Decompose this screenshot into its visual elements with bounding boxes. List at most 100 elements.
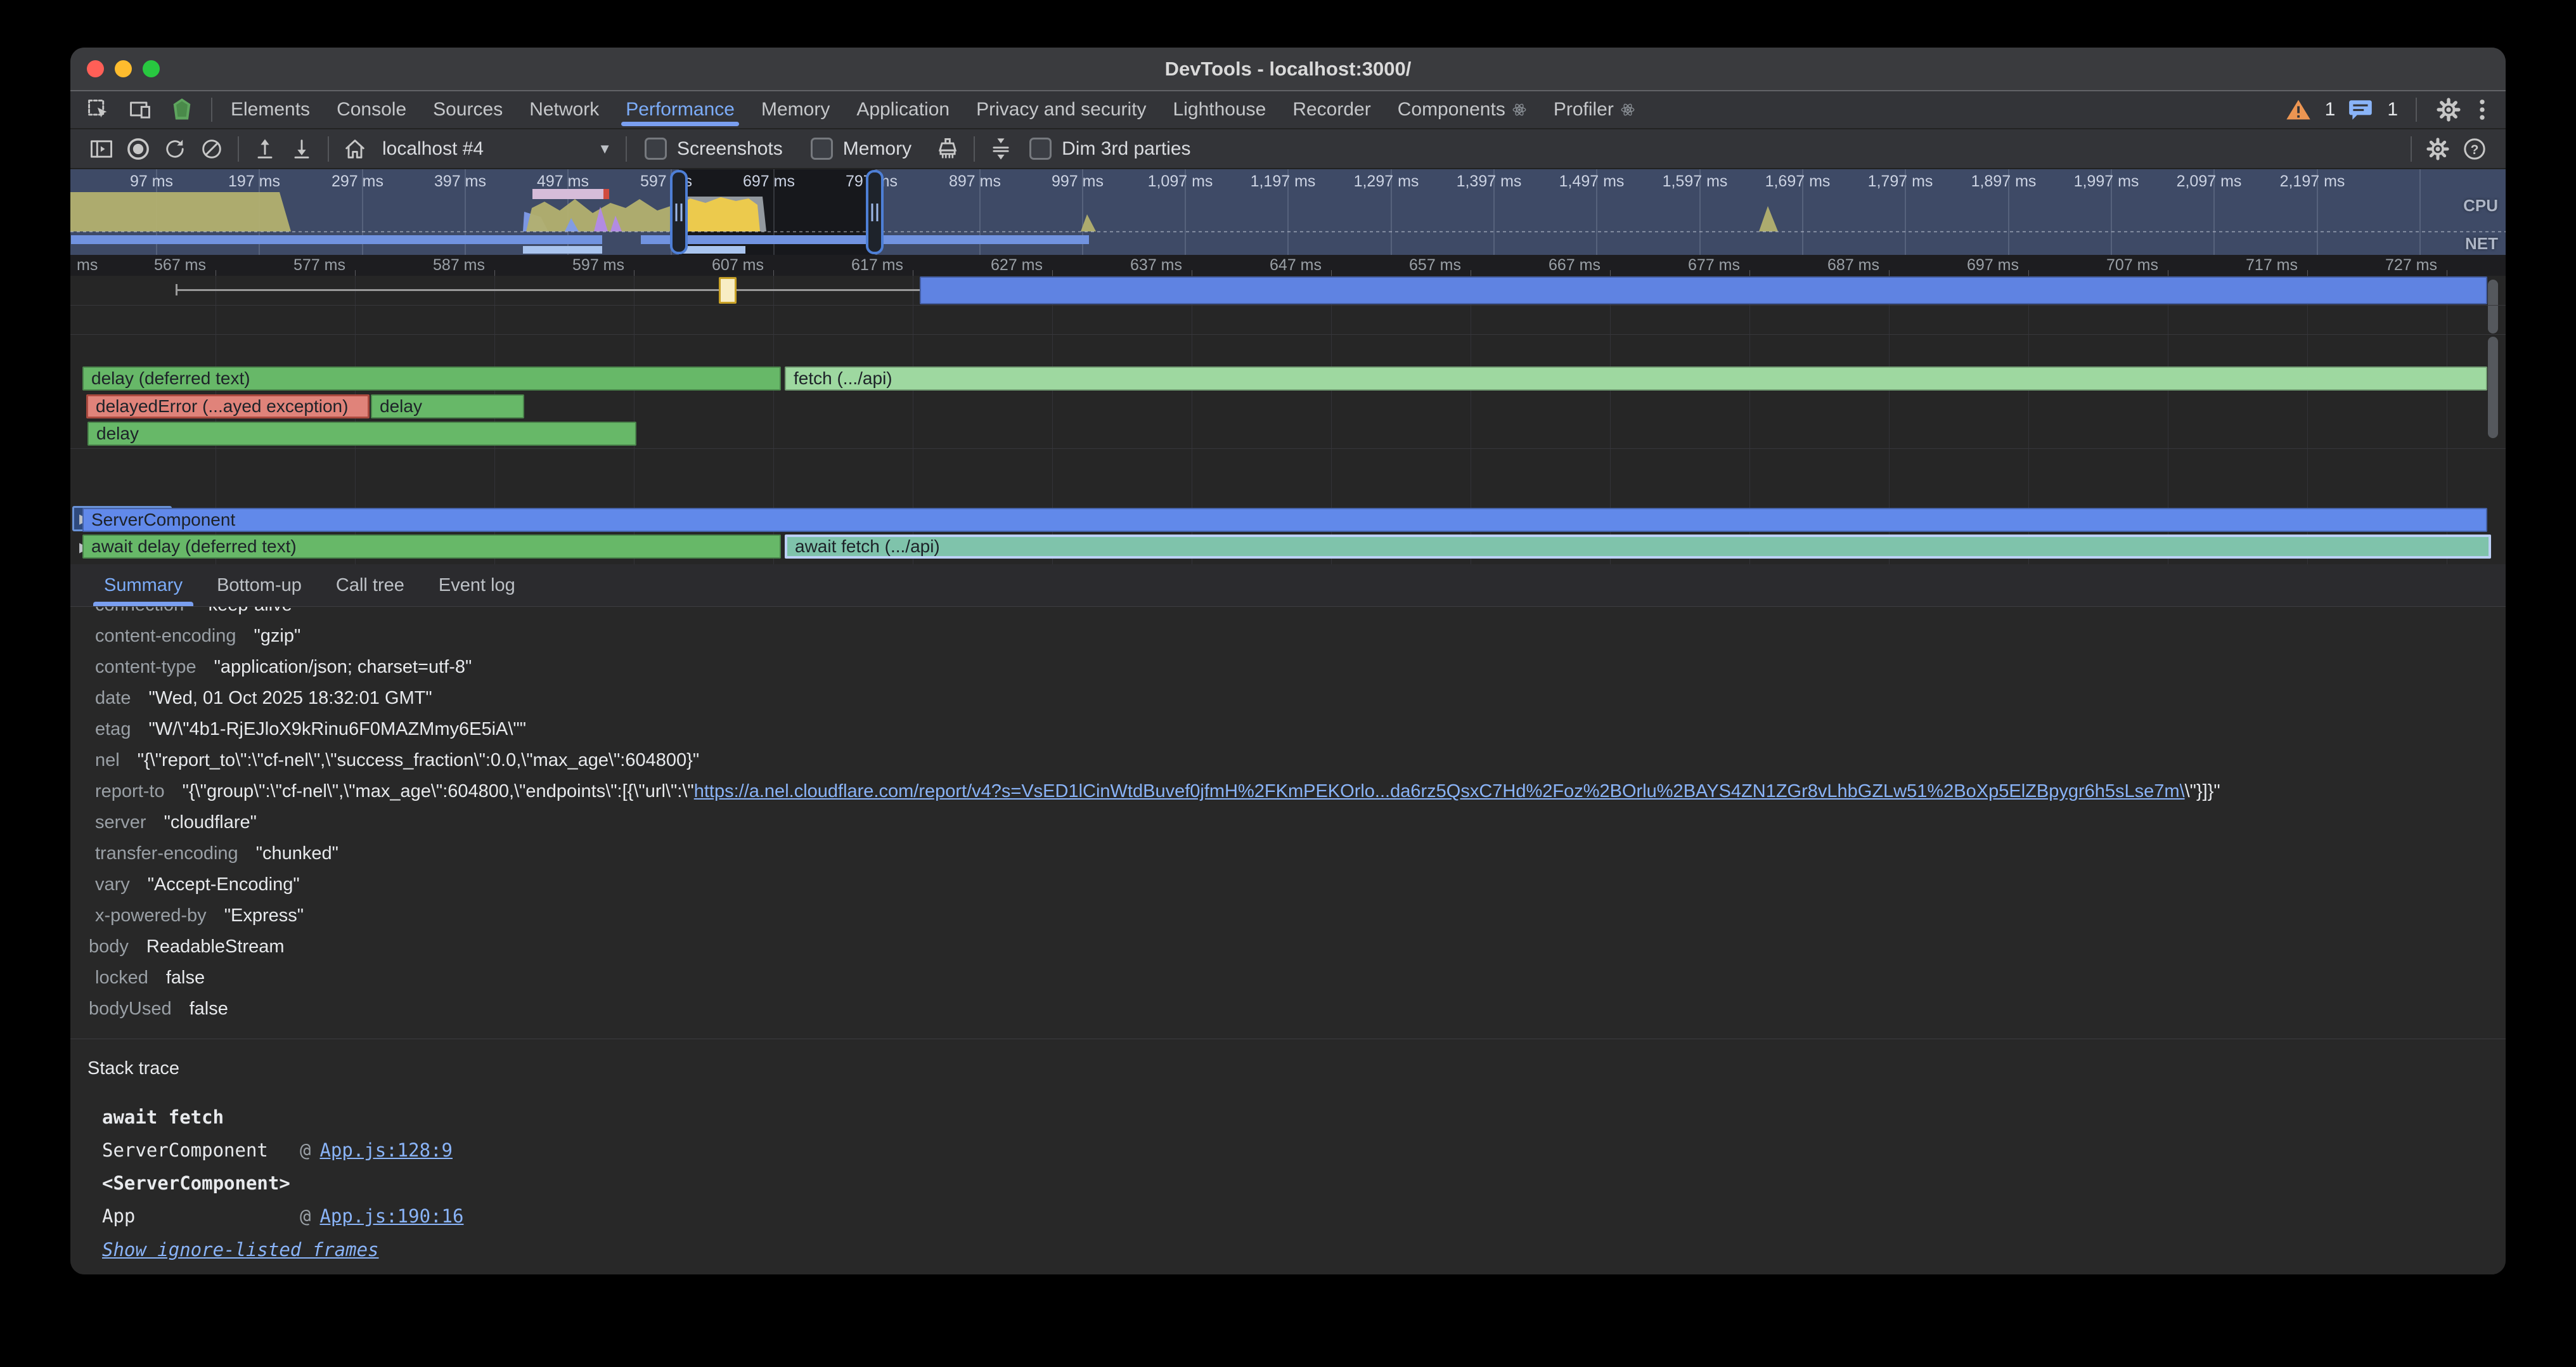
dim-3rd-parties-checkbox[interactable]: [1029, 138, 1052, 160]
property-value: "application/json; charset=utf-8": [214, 657, 472, 678]
tab-performance[interactable]: Performance: [612, 91, 748, 128]
property-value: "Accept-Encoding": [148, 874, 300, 895]
property-row: transfer-encoding"chunked": [70, 838, 2506, 869]
ruler-tick: [1331, 270, 1332, 276]
report-to-url-link[interactable]: https://a.nel.cloudflare.com/report/v4?s…: [694, 781, 2185, 802]
tab-call-tree[interactable]: Call tree: [319, 564, 422, 606]
property-key: server: [70, 812, 146, 833]
tracks-scrollbar-thumb[interactable]: [2488, 280, 2498, 334]
frame-source-link[interactable]: App.js:128:9: [319, 1139, 453, 1161]
reload-record-icon[interactable]: [157, 133, 193, 165]
home-icon[interactable]: [337, 133, 373, 165]
capture-settings-gear-icon[interactable]: [2419, 133, 2456, 165]
memory-checkbox[interactable]: [811, 138, 833, 160]
tab-console[interactable]: Console: [323, 91, 420, 128]
tab-event-log[interactable]: Event log: [422, 564, 532, 606]
frame-function: ServerComponent: [102, 1139, 300, 1161]
collapse-tracks-icon[interactable]: [982, 133, 1019, 165]
span-label: await fetch (.../api): [795, 536, 940, 557]
clear-icon[interactable]: [193, 133, 230, 165]
overview-network-bar: [523, 246, 602, 254]
property-row: date"Wed, 01 Oct 2025 18:32:01 GMT": [70, 683, 2506, 714]
property-row: etag"W/\"4b1-RjEJloX9kRinu6F0MAZMmy6E5iA…: [70, 714, 2506, 745]
screenshots-checkbox[interactable]: [645, 138, 667, 160]
selection-handle-right[interactable]: [867, 171, 882, 253]
tab-lighthouse[interactable]: Lighthouse: [1160, 91, 1280, 128]
property-key: report-to: [70, 781, 165, 802]
span-delay-2[interactable]: delay: [371, 394, 524, 418]
tab-profiler[interactable]: Profiler: [1540, 91, 1649, 128]
kebab-menu-icon[interactable]: [2475, 96, 2489, 124]
help-icon[interactable]: ?: [2456, 133, 2493, 165]
show-ignore-listed-frames-link[interactable]: Show ignore-listed frames: [102, 1239, 379, 1260]
property-key: x-powered-by: [70, 905, 207, 926]
react-atom-icon: [1512, 102, 1527, 117]
tab-memory[interactable]: Memory: [748, 91, 843, 128]
property-row: lockedfalse: [70, 962, 2506, 994]
download-profile-icon[interactable]: [283, 133, 320, 165]
span-delay-deferred-text[interactable]: delay (deferred text): [82, 366, 781, 391]
ruler-label-717-ms: 717 ms: [2190, 256, 2298, 275]
property-value: "Express": [224, 905, 304, 926]
flame-chart-tracks[interactable]: ▶ Network ▶ Timings ▼ Server Requests — …: [70, 276, 2506, 564]
summary-pane[interactable]: connection"keep-alive"content-encoding"g…: [70, 607, 2506, 1039]
tracks-scrollbar-thumb2[interactable]: [2488, 337, 2498, 438]
tab-sources[interactable]: Sources: [420, 91, 516, 128]
tab-network[interactable]: Network: [516, 91, 612, 128]
property-key: body: [70, 936, 129, 957]
tab-recorder[interactable]: Recorder: [1279, 91, 1384, 128]
property-row: content-type"application/json; charset=u…: [70, 652, 2506, 683]
network-request-bar[interactable]: [920, 276, 2487, 304]
svg-text:697 ms: 697 ms: [743, 172, 795, 190]
tab-elements[interactable]: Elements: [217, 91, 323, 128]
timeline-overview[interactable]: 97 ms197 ms297 ms397 ms497 ms597 ms697 m…: [70, 169, 2506, 255]
span-label: fetch (.../api): [794, 368, 892, 389]
frame-source-link[interactable]: App.js:190:16: [319, 1205, 463, 1227]
ruler-label-697-ms: 697 ms: [1911, 256, 2019, 275]
devtools-tabs: ElementsConsoleSourcesNetworkPerformance…: [217, 91, 2284, 128]
stack-trace-title: Stack trace: [87, 1058, 2506, 1079]
tabbar-right: 1 1: [2284, 96, 2506, 124]
span-delayed-error[interactable]: delayedError (...ayed exception): [86, 394, 370, 418]
ruler-label-587-ms: 587 ms: [377, 256, 485, 275]
tab-bottom-up[interactable]: Bottom-up: [200, 564, 319, 606]
extension-gem-icon[interactable]: [169, 97, 195, 122]
ruler-tick: [494, 270, 495, 276]
span-await-delay[interactable]: await delay (deferred text): [82, 534, 781, 559]
span-await-fetch[interactable]: await fetch (.../api): [785, 534, 2491, 559]
tab-summary[interactable]: Summary: [87, 564, 200, 606]
collect-garbage-icon[interactable]: [929, 133, 966, 165]
span-server-component[interactable]: ServerComponent: [82, 508, 2487, 532]
tab-privacy-and-security[interactable]: Privacy and security: [963, 91, 1159, 128]
tab-components[interactable]: Components: [1384, 91, 1540, 128]
network-block-small[interactable]: [719, 277, 737, 304]
tab-application[interactable]: Application: [843, 91, 963, 128]
span-delay-3[interactable]: delay: [87, 422, 636, 446]
svg-text:1,397 ms: 1,397 ms: [1457, 172, 1522, 190]
ruler-label-727-ms: 727 ms: [2329, 256, 2437, 275]
warning-icon[interactable]: [2284, 97, 2312, 122]
dim-3rd-parties-label: Dim 3rd parties: [1062, 138, 1190, 160]
profile-select[interactable]: localhost #4 ▼: [373, 138, 618, 160]
device-toolbar-icon[interactable]: [127, 97, 153, 122]
record-icon[interactable]: [120, 133, 157, 165]
property-key: transfer-encoding: [70, 843, 238, 864]
inspect-element-icon[interactable]: [86, 97, 111, 122]
toolbar-divider3: [626, 136, 627, 162]
time-ruler: ms 567 ms577 ms587 ms597 ms607 ms617 ms6…: [70, 255, 2506, 276]
frame-function: await fetch: [102, 1106, 300, 1128]
response-properties: connection"keep-alive"content-encoding"g…: [70, 607, 2506, 1025]
issues-message-icon[interactable]: [2348, 97, 2374, 122]
toggle-sidebar-icon[interactable]: [83, 133, 120, 165]
window-title: DevTools - localhost:3000/: [70, 48, 2506, 90]
upload-profile-icon[interactable]: [247, 133, 283, 165]
ruler-tick: [1610, 270, 1611, 276]
settings-gear-icon[interactable]: [2435, 96, 2463, 124]
toolbar-divider5: [2411, 136, 2412, 162]
selection-handle-left[interactable]: [671, 171, 686, 253]
ruler-label-597-ms: 597 ms: [517, 256, 624, 275]
ruler-label-617-ms: 617 ms: [795, 256, 903, 275]
property-key: bodyUsed: [70, 999, 172, 1020]
tab-label-memory: Memory: [761, 99, 830, 120]
span-fetch-api[interactable]: fetch (.../api): [785, 366, 2487, 391]
